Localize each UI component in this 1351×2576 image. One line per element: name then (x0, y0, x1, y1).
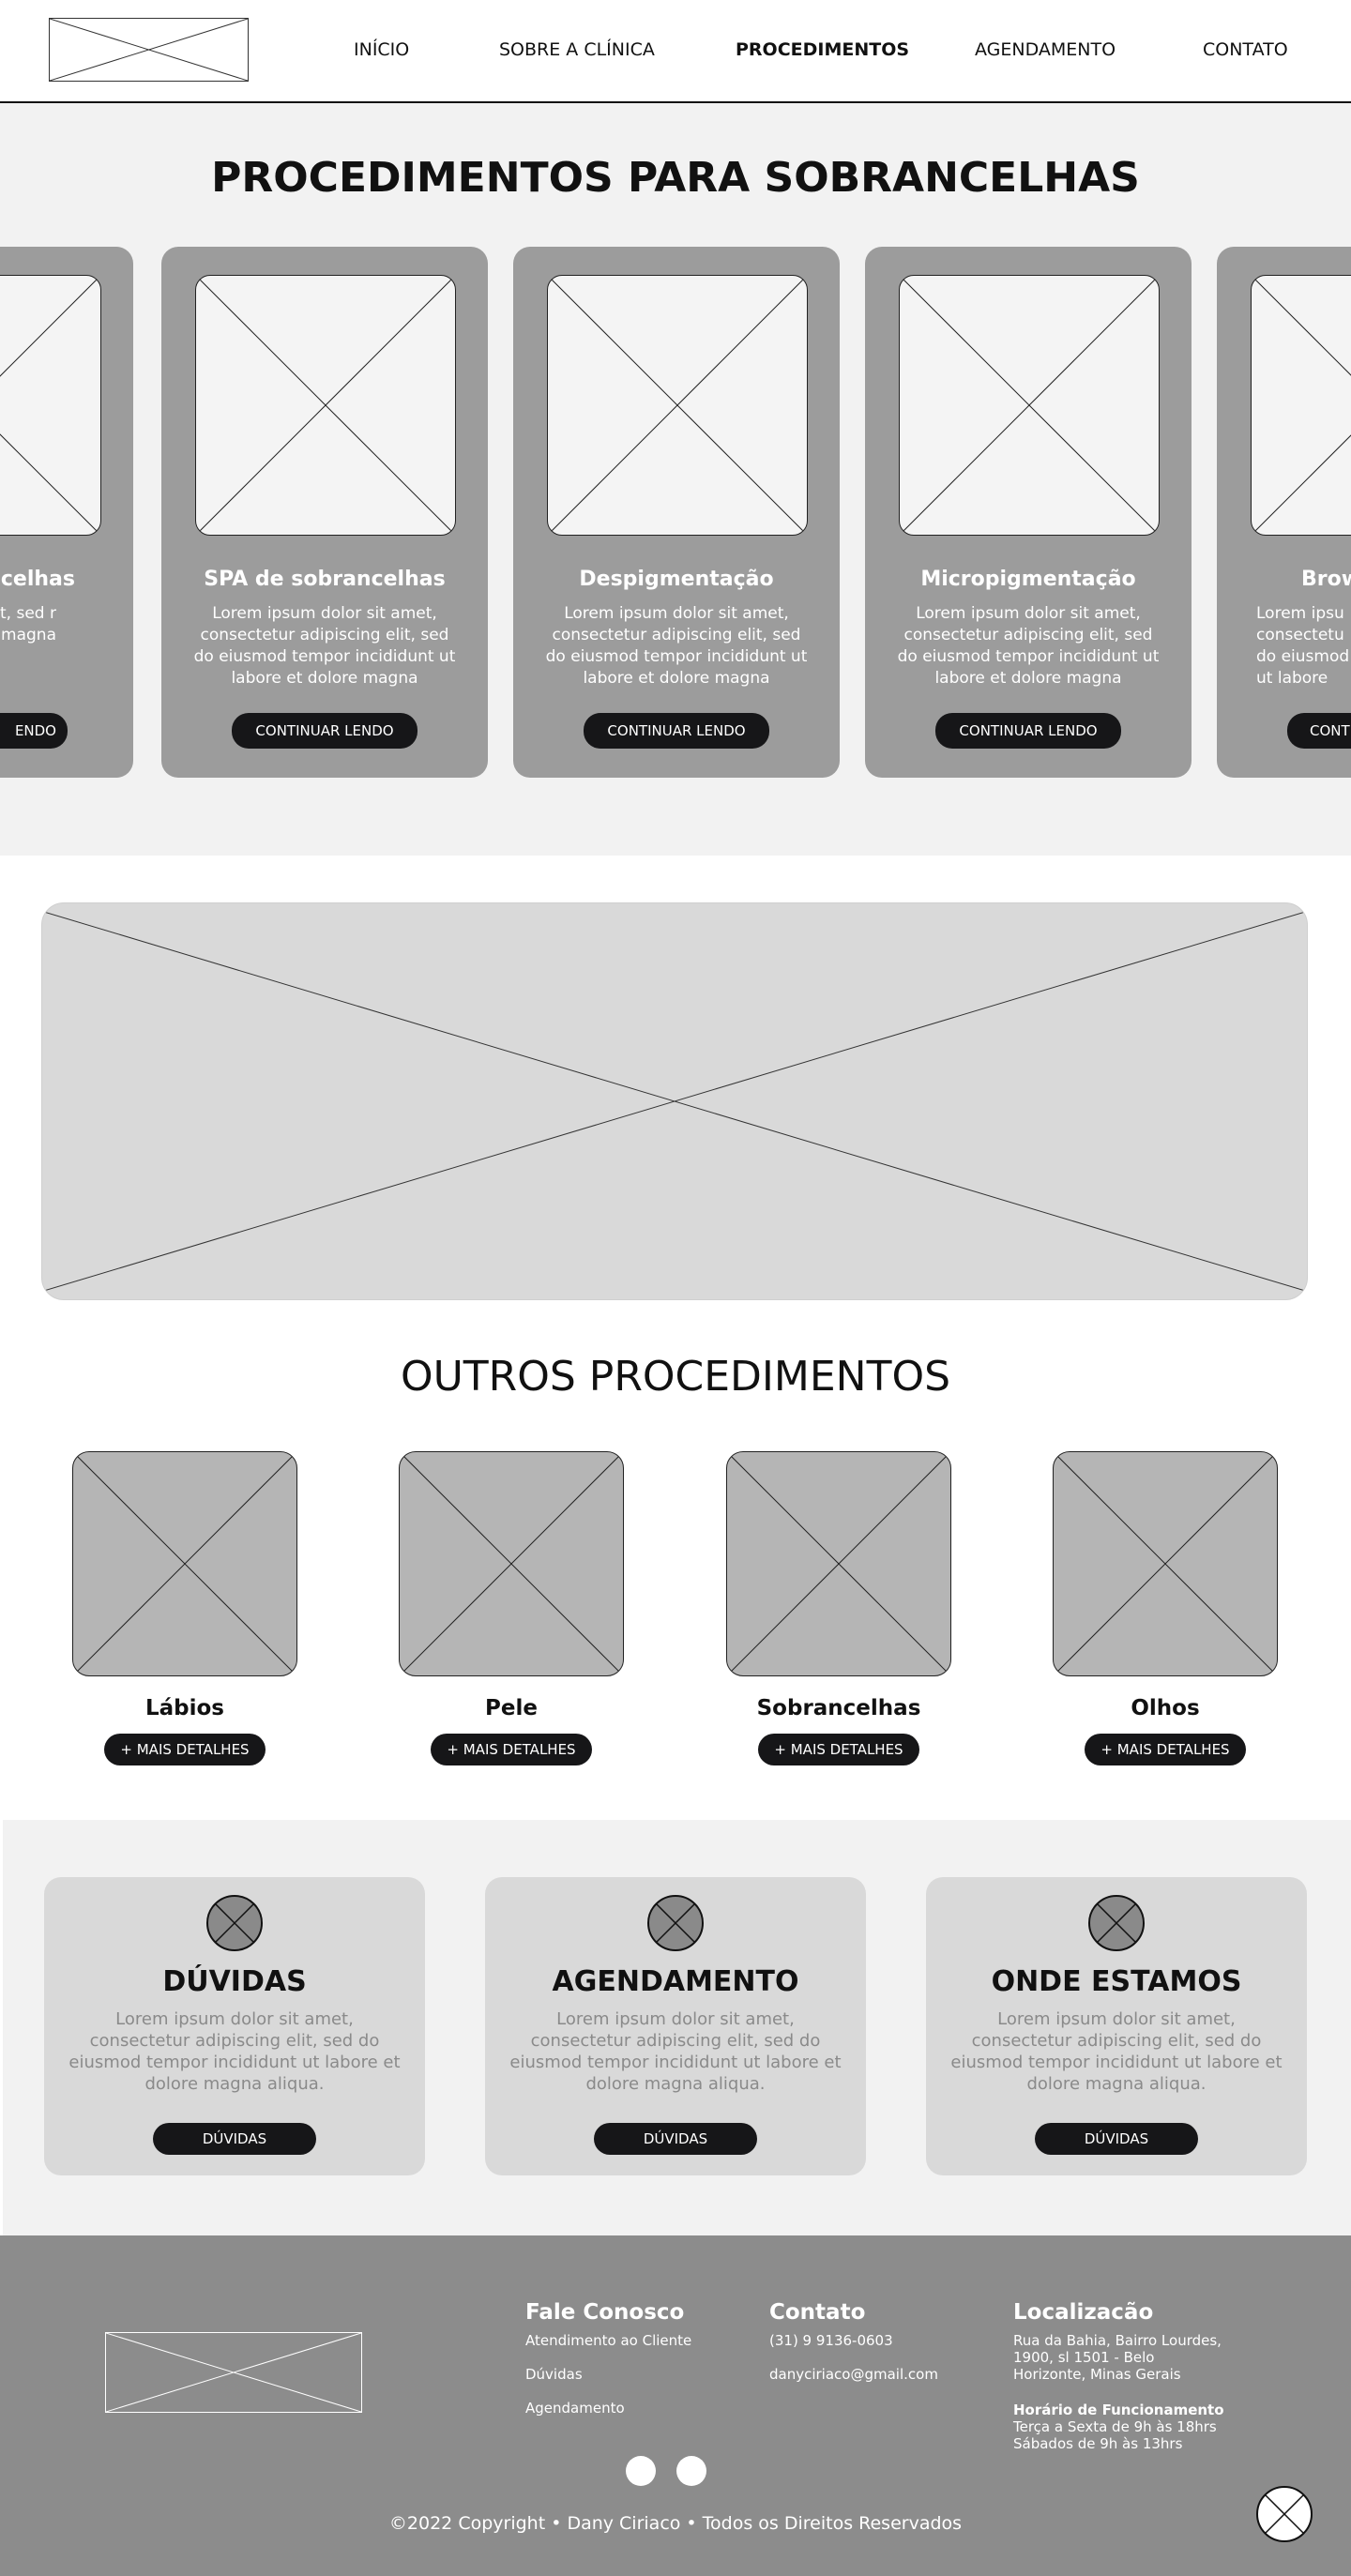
nav-contato[interactable]: CONTATO (1203, 38, 1288, 62)
info-card-title: AGENDAMENTO (552, 1965, 799, 1998)
footer-link-duvidas[interactable]: Dúvidas (525, 2366, 583, 2384)
social-icon[interactable] (676, 2456, 706, 2486)
logo-placeholder[interactable] (49, 18, 249, 82)
continuar-lendo-button[interactable]: ENDO (0, 713, 68, 749)
duvidas-card: DÚVIDAS Lorem ipsum dolor sit amet, cons… (44, 1877, 425, 2175)
sobrancelhas-image-placeholder[interactable] (726, 1451, 951, 1676)
fale-conosco-title: Fale Conosco (525, 2300, 685, 2325)
duvidas-button[interactable]: DÚVIDAS (153, 2123, 316, 2155)
eyebrow-procedures-section: PROCEDIMENTOS PARA SOBRANCELHAS ncelhas … (0, 103, 1351, 856)
card-title: ncelhas (0, 568, 75, 591)
section-title: PROCEDIMENTOS PARA SOBRANCELHAS (211, 154, 1140, 202)
procedure-card: Despigmentação Lorem ipsum dolor sit ame… (513, 247, 840, 778)
info-card-text: Lorem ipsum dolor sit amet, consectetur … (950, 2009, 1283, 2094)
card-title: Micropigmentação (920, 568, 1136, 591)
card-title: Brow (1301, 568, 1351, 591)
card-text: Lorem ipsu consectetu do eiusmod ut labo… (1256, 604, 1350, 688)
card-title: Despigmentação (579, 568, 774, 591)
back-to-top-icon[interactable] (1255, 2485, 1313, 2543)
pele-image-placeholder[interactable] (399, 1451, 624, 1676)
card-text: Lorem ipsum dolor sit amet, consectetur … (897, 604, 1160, 688)
card-text: Lorem ipsum dolor sit amet, consectetur … (193, 604, 456, 688)
contato-title: Contato (769, 2300, 866, 2325)
card-title: SPA de sobrancelhas (204, 568, 446, 591)
footer-address: Rua da Bahia, Bairro Lourdes, 1900, sl 1… (1013, 2332, 1222, 2383)
info-card-title: ONDE ESTAMOS (991, 1965, 1242, 1998)
procedure-label: Olhos (1131, 1696, 1200, 1720)
procedure-label: Pele (485, 1696, 538, 1720)
continuar-lendo-button[interactable]: CONT (1287, 713, 1351, 749)
duvidas-icon (206, 1895, 263, 1951)
info-card-text: Lorem ipsum dolor sit amet, consectetur … (68, 2009, 401, 2094)
site-header: INÍCIO SOBRE A CLÍNICA PROCEDIMENTOS AGE… (0, 0, 1351, 103)
nav-sobre-a-clinica[interactable]: SOBRE A CLÍNICA (499, 38, 655, 62)
nav-inicio[interactable]: INÍCIO (354, 38, 409, 62)
footer-hours-weekdays: Terça a Sexta de 9h às 18hrs (1013, 2418, 1217, 2435)
info-card-title: DÚVIDAS (162, 1965, 307, 1998)
procedure-card: ncelhas or sit amet, cing elit, sed r in… (0, 247, 133, 778)
banner-image-placeholder (41, 902, 1308, 1300)
mais-detalhes-button[interactable]: + MAIS DETALHES (758, 1734, 919, 1765)
mais-detalhes-button[interactable]: + MAIS DETALHES (104, 1734, 266, 1765)
procedure-card: Brow Lorem ipsu consectetu do eiusmod ut… (1217, 247, 1351, 778)
outros-procedimentos-title: OUTROS PROCEDIMENTOS (400, 1353, 951, 1401)
footer-phone[interactable]: (31) 9 9136-0603 (769, 2332, 893, 2350)
social-icon[interactable] (626, 2456, 656, 2486)
procedure-card: SPA de sobrancelhas Lorem ipsum dolor si… (161, 247, 488, 778)
info-card-text: Lorem ipsum dolor sit amet, consectetur … (509, 2009, 842, 2094)
agendamento-card: AGENDAMENTO Lorem ipsum dolor sit amet, … (485, 1877, 866, 2175)
copyright-text: ©2022 Copyright • Dany Ciriaco • Todos o… (388, 2513, 963, 2534)
location-icon (1088, 1895, 1145, 1951)
card-image-placeholder (547, 275, 808, 536)
procedure-label: Sobrancelhas (756, 1696, 921, 1720)
procedure-card: Micropigmentação Lorem ipsum dolor sit a… (865, 247, 1192, 778)
continuar-lendo-button[interactable]: CONTINUAR LENDO (935, 713, 1121, 749)
footer-hours-title: Horário de Funcionamento (1013, 2402, 1224, 2418)
mais-detalhes-button[interactable]: + MAIS DETALHES (431, 1734, 592, 1765)
nav-agendamento[interactable]: AGENDAMENTO (975, 38, 1116, 62)
card-image-placeholder (195, 275, 456, 536)
labios-image-placeholder[interactable] (72, 1451, 297, 1676)
footer-hours-saturday: Sábados de 9h às 13hrs (1013, 2435, 1183, 2452)
localizacao-title: Localizacão (1013, 2300, 1154, 2325)
olhos-image-placeholder[interactable] (1053, 1451, 1278, 1676)
footer-link-agendamento[interactable]: Agendamento (525, 2400, 625, 2417)
duvidas-button[interactable]: DÚVIDAS (594, 2123, 757, 2155)
info-section: DÚVIDAS Lorem ipsum dolor sit amet, cons… (3, 1820, 1351, 2235)
footer-link-atendimento[interactable]: Atendimento ao Cliente (525, 2332, 691, 2350)
card-text: or sit amet, cing elit, sed r incididunt… (0, 604, 56, 644)
duvidas-button[interactable]: DÚVIDAS (1035, 2123, 1198, 2155)
continuar-lendo-button[interactable]: CONTINUAR LENDO (584, 713, 769, 749)
footer-logo-placeholder[interactable] (105, 2332, 362, 2413)
agendamento-icon (647, 1895, 704, 1951)
continuar-lendo-button[interactable]: CONTINUAR LENDO (232, 713, 417, 749)
footer-email[interactable]: danyciriaco@gmail.com (769, 2366, 938, 2384)
procedure-label: Lábios (144, 1696, 224, 1720)
mais-detalhes-button[interactable]: + MAIS DETALHES (1085, 1734, 1246, 1765)
card-text: Lorem ipsum dolor sit amet, consectetur … (545, 604, 808, 688)
onde-estamos-card: ONDE ESTAMOS Lorem ipsum dolor sit amet,… (926, 1877, 1307, 2175)
nav-procedimentos[interactable]: PROCEDIMENTOS (736, 38, 909, 62)
card-image-placeholder (1251, 275, 1351, 536)
card-image-placeholder (899, 275, 1160, 536)
card-image-placeholder (0, 275, 101, 536)
